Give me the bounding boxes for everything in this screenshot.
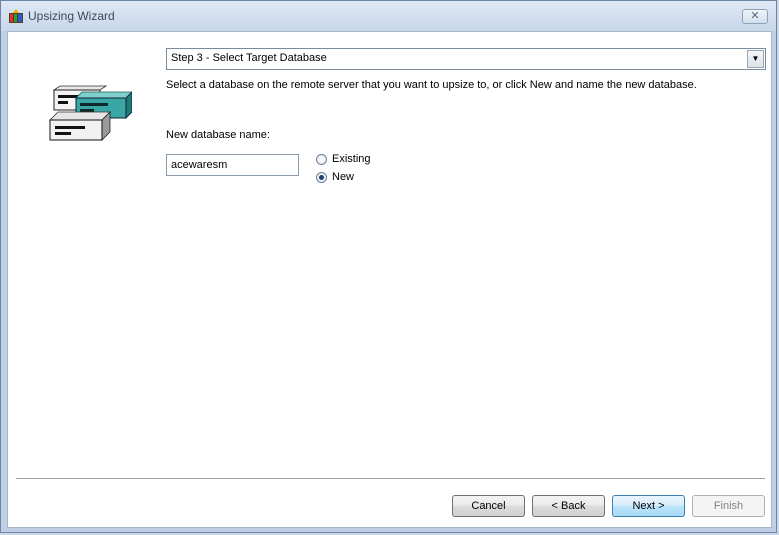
radio-new-circle[interactable]: [316, 172, 327, 183]
title-bar[interactable]: Upsizing Wizard ✕: [1, 1, 776, 31]
upsizing-wizard-window: Upsizing Wizard ✕ Step 3 - Select Target…: [0, 0, 777, 533]
step-dropdown-value: Step 3 - Select Target Database: [171, 52, 327, 64]
wizard-app-icon: [9, 9, 23, 23]
footer-separator: [16, 478, 765, 480]
close-icon: ✕: [750, 10, 760, 22]
chevron-down-icon[interactable]: ▼: [747, 50, 764, 68]
radio-existing-label[interactable]: Existing: [332, 153, 371, 165]
radio-new-label[interactable]: New: [332, 171, 354, 183]
next-button[interactable]: Next >: [612, 495, 685, 517]
close-button[interactable]: ✕: [742, 9, 768, 24]
new-database-name-label: New database name:: [166, 129, 270, 141]
step-dropdown[interactable]: Step 3 - Select Target Database ▼: [166, 48, 766, 70]
cancel-button[interactable]: Cancel: [452, 495, 525, 517]
back-button[interactable]: < Back: [532, 495, 605, 517]
finish-button: Finish: [692, 495, 765, 517]
new-database-name-input[interactable]: [166, 154, 299, 176]
window-title: Upsizing Wizard: [28, 9, 115, 23]
instruction-text: Select a database on the remote server t…: [166, 79, 697, 91]
wizard-body: Step 3 - Select Target Database ▼ Select…: [7, 31, 772, 528]
database-servers-icon: [49, 85, 132, 141]
radio-existing-circle[interactable]: [316, 154, 327, 165]
